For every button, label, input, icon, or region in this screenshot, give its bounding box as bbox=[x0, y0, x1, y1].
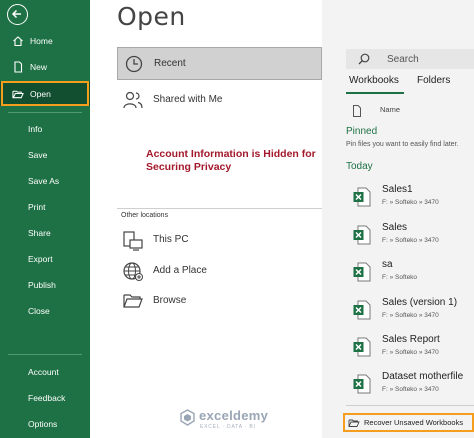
file-type-icon bbox=[352, 104, 362, 122]
locations-divider bbox=[117, 208, 322, 209]
sidebar: Home New Open Info Save Save As Print Sh… bbox=[0, 0, 90, 438]
sidebar-item-feedback[interactable]: Feedback bbox=[0, 385, 90, 411]
tab-folders[interactable]: Folders bbox=[417, 75, 450, 86]
location-label: Recent bbox=[154, 58, 186, 69]
sidebar-item-open[interactable]: Open bbox=[0, 81, 90, 106]
page-title: Open bbox=[117, 2, 186, 31]
sidebar-item-label: Options bbox=[28, 419, 58, 429]
sidebar-divider bbox=[8, 354, 82, 355]
sidebar-item-label: Print bbox=[28, 202, 46, 212]
globe-add-icon bbox=[121, 259, 145, 283]
search-input[interactable] bbox=[387, 53, 467, 65]
recover-label: Recover Unsaved Workbooks bbox=[364, 418, 464, 427]
location-recent[interactable]: Recent bbox=[117, 47, 322, 80]
column-name-header: Name bbox=[380, 105, 401, 114]
recover-divider bbox=[346, 405, 474, 406]
sidebar-item-label: Share bbox=[28, 228, 51, 238]
shared-people-icon bbox=[121, 88, 145, 112]
watermark-tagline: EXCEL · DATA · BI bbox=[200, 424, 256, 430]
sidebar-item-close[interactable]: Close bbox=[0, 298, 90, 324]
sidebar-item-label: Feedback bbox=[28, 393, 66, 403]
sidebar-item-label: Home bbox=[30, 36, 53, 46]
sidebar-item-label: Open bbox=[30, 88, 51, 99]
file-name: Sales (version 1) bbox=[382, 297, 458, 308]
sidebar-item-print[interactable]: Print bbox=[0, 194, 90, 220]
recent-file-item[interactable]: Sales (version 1) F: » Softeko » 3470 bbox=[346, 292, 474, 328]
sidebar-item-new[interactable]: New bbox=[0, 54, 90, 80]
recent-file-item[interactable]: Sales F: » Softeko » 3470 bbox=[346, 217, 474, 253]
location-browse[interactable]: Browse bbox=[117, 284, 322, 317]
file-name: sa bbox=[382, 259, 393, 270]
excel-file-icon bbox=[353, 225, 371, 250]
excel-file-icon bbox=[353, 337, 371, 362]
sidebar-item-label: Info bbox=[28, 124, 43, 134]
file-name: Sales Report bbox=[382, 334, 440, 345]
sidebar-item-info[interactable]: Info bbox=[0, 116, 90, 142]
recent-file-item[interactable]: Sales1 F: » Softeko » 3470 bbox=[346, 179, 474, 215]
sidebar-item-label: Save As bbox=[28, 176, 60, 186]
file-name: Dataset motherfile bbox=[382, 371, 464, 382]
pinned-hint: Pin files you want to easily find later. bbox=[346, 141, 459, 148]
sidebar-item-save-as[interactable]: Save As bbox=[0, 168, 90, 194]
sidebar-item-account[interactable]: Account bbox=[0, 359, 90, 385]
back-button[interactable] bbox=[7, 4, 28, 25]
search-icon bbox=[357, 52, 371, 66]
location-add-a-place[interactable]: Add a Place bbox=[117, 254, 322, 287]
sidebar-item-label: New bbox=[30, 62, 48, 72]
search-box[interactable] bbox=[346, 49, 474, 69]
back-arrow-icon bbox=[11, 9, 21, 19]
sidebar-item-save[interactable]: Save bbox=[0, 142, 90, 168]
watermark-name: exceldemy bbox=[199, 408, 269, 423]
file-path: F: » Softeko » 3470 bbox=[382, 199, 439, 206]
active-tab-indicator bbox=[346, 92, 404, 94]
tab-workbooks[interactable]: Workbooks bbox=[349, 75, 399, 86]
sidebar-item-home[interactable]: Home bbox=[0, 28, 90, 54]
sidebar-item-publish[interactable]: Publish bbox=[0, 272, 90, 298]
recent-file-item[interactable]: Dataset motherfile F: » Softeko » 3470 bbox=[346, 366, 474, 402]
recent-file-item[interactable]: Sales Report F: » Softeko » 3470 bbox=[346, 329, 474, 365]
open-folder-icon bbox=[12, 88, 24, 100]
file-name: Sales1 bbox=[382, 184, 413, 195]
exceldemy-logo-icon bbox=[179, 409, 196, 431]
location-label: This PC bbox=[153, 234, 189, 245]
file-list-header[interactable]: Name bbox=[336, 103, 474, 119]
clock-icon bbox=[122, 52, 146, 76]
panel-separator bbox=[322, 0, 336, 438]
computer-icon bbox=[121, 228, 145, 252]
excel-file-icon bbox=[353, 262, 371, 287]
sidebar-item-share[interactable]: Share bbox=[0, 220, 90, 246]
folder-icon bbox=[348, 418, 360, 428]
sidebar-divider bbox=[8, 112, 82, 113]
file-path: F: » Softeko » 3470 bbox=[382, 237, 439, 244]
other-locations-header: Other locations bbox=[121, 212, 169, 219]
file-path: F: » Softeko » 3470 bbox=[382, 349, 439, 356]
sidebar-item-label: Account bbox=[28, 367, 59, 377]
location-this-pc[interactable]: This PC bbox=[117, 223, 322, 256]
excel-file-icon bbox=[353, 187, 371, 212]
sidebar-item-export[interactable]: Export bbox=[0, 246, 90, 272]
today-label: Today bbox=[346, 161, 373, 172]
sidebar-item-label: Publish bbox=[28, 280, 56, 290]
file-path: F: » Softeko bbox=[382, 274, 418, 281]
exceldemy-watermark: exceldemy EXCEL · DATA · BI bbox=[179, 407, 289, 435]
pinned-label: Pinned bbox=[346, 126, 378, 137]
hidden-account-notice: Account Information is Hidden for Securi… bbox=[146, 148, 316, 173]
sidebar-item-label: Export bbox=[28, 254, 53, 264]
home-icon bbox=[12, 35, 24, 47]
recover-unsaved-workbooks-button[interactable]: Recover Unsaved Workbooks bbox=[343, 413, 474, 432]
folder-icon bbox=[121, 289, 145, 313]
file-path: F: » Softeko » 3470 bbox=[382, 312, 439, 319]
file-name: Sales bbox=[382, 222, 408, 233]
location-label: Shared with Me bbox=[153, 94, 223, 105]
location-label: Add a Place bbox=[153, 265, 207, 276]
recent-file-item[interactable]: sa F: » Softeko bbox=[346, 254, 474, 290]
sidebar-item-label: Close bbox=[28, 306, 50, 316]
file-path: F: » Softeko » 3470 bbox=[382, 386, 439, 393]
sidebar-item-label: Save bbox=[28, 150, 48, 160]
excel-file-icon bbox=[353, 374, 371, 399]
new-document-icon bbox=[12, 61, 24, 73]
excel-file-icon bbox=[353, 300, 371, 325]
location-label: Browse bbox=[153, 295, 187, 306]
sidebar-item-options[interactable]: Options bbox=[0, 411, 90, 437]
